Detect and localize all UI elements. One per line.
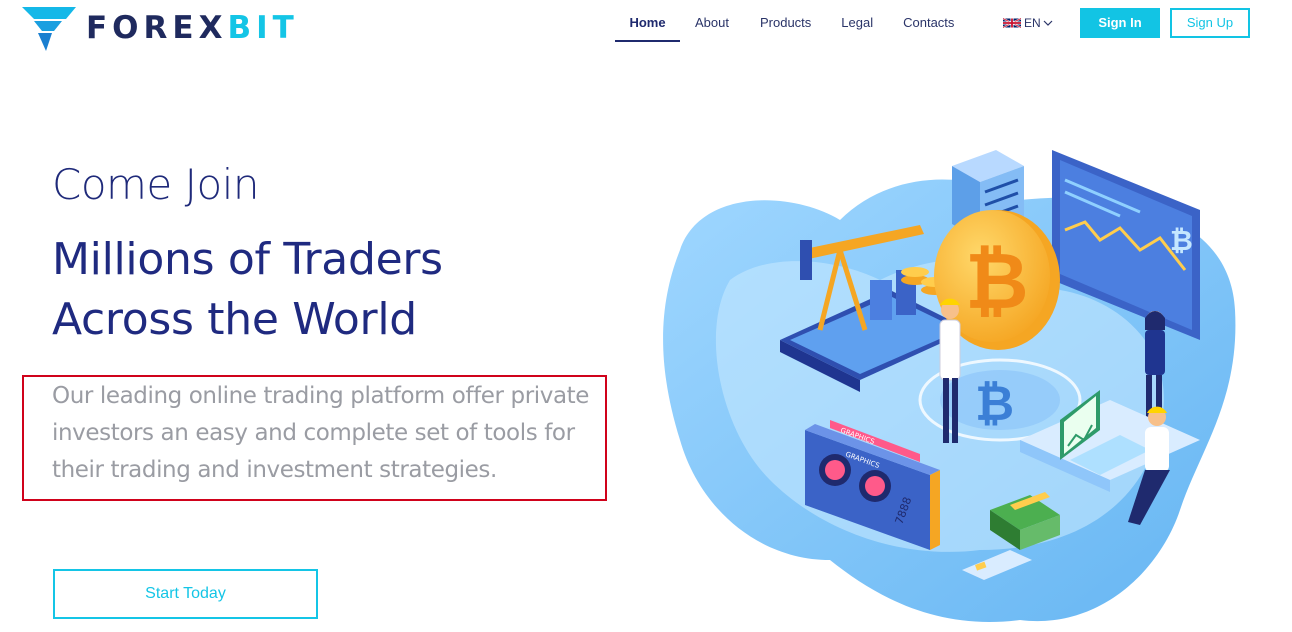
language-label: EN: [1024, 16, 1041, 30]
hero-description: Our leading online trading platform offe…: [52, 383, 590, 483]
sign-in-button[interactable]: Sign In: [1080, 8, 1160, 38]
brand-logo[interactable]: FOREXBIT: [22, 5, 299, 51]
main-nav: Home About Products Legal Contacts: [615, 0, 954, 42]
hero-illustration: ₿ ₿ ₿ GRAPHICS GRAPHICS 7888: [663, 150, 1236, 622]
logo-mark-icon: [22, 7, 76, 51]
hero-kicker: Come Join: [52, 160, 260, 209]
brand-name-part2: BIT: [227, 10, 299, 46]
coin-bitcoin-text: ₿: [965, 237, 1029, 327]
nav-item-home[interactable]: Home: [615, 0, 680, 42]
hero-title-line2: Across the World: [52, 294, 417, 345]
language-selector[interactable]: EN: [1003, 16, 1053, 30]
monitor-bitcoin-text: ₿: [1170, 224, 1193, 257]
brand-wordmark: FOREXBIT: [86, 5, 299, 51]
uk-flag-icon: [1003, 17, 1021, 29]
chevron-down-icon: [1043, 20, 1053, 26]
sign-up-button[interactable]: Sign Up: [1170, 8, 1250, 38]
hero-title-line1: Millions of Traders: [52, 234, 443, 285]
brand-name-part1: FOREX: [86, 10, 228, 46]
nav-item-products[interactable]: Products: [760, 0, 811, 42]
nav-item-contacts[interactable]: Contacts: [903, 0, 954, 42]
hero-title: Millions of Traders Across the World: [52, 230, 612, 350]
start-today-button[interactable]: Start Today: [53, 569, 318, 619]
pad-bitcoin-text: ₿: [975, 376, 1014, 432]
nav-item-legal[interactable]: Legal: [841, 0, 873, 42]
nav-item-about[interactable]: About: [695, 0, 729, 42]
